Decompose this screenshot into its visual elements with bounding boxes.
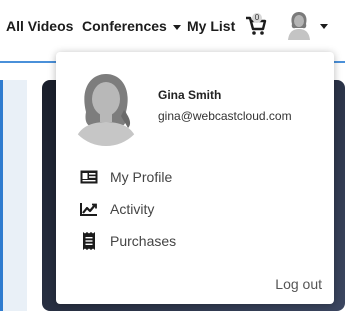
menu-item-label: Activity [110, 201, 155, 217]
nav-conferences-label: Conferences [82, 18, 167, 34]
user-dropdown-menu: Gina Smith gina@webcastcloud.com My Prof… [56, 52, 334, 304]
menu-item-label: My Profile [110, 169, 173, 185]
user-menu-chevron-icon[interactable] [320, 24, 328, 29]
user-name: Gina Smith [158, 88, 222, 102]
user-menu-avatar[interactable] [285, 10, 313, 40]
profile-avatar [66, 66, 146, 146]
top-nav: All Videos Conferences My List 0 [0, 0, 345, 52]
trend-chart-icon [80, 200, 98, 218]
chevron-down-icon [172, 24, 181, 30]
menu-item-label: Purchases [110, 233, 177, 249]
receipt-icon [80, 232, 98, 250]
user-email: gina@webcastcloud.com [158, 109, 292, 123]
background-card-left [0, 80, 27, 311]
id-card-icon [80, 168, 98, 186]
cart-button[interactable]: 0 [245, 13, 267, 36]
nav-my-list[interactable]: My List [187, 18, 235, 34]
menu-item-purchases[interactable]: Purchases [80, 230, 176, 252]
menu-item-my-profile[interactable]: My Profile [80, 166, 172, 188]
nav-conferences[interactable]: Conferences [82, 18, 181, 34]
menu-item-activity[interactable]: Activity [80, 198, 154, 220]
nav-all-videos[interactable]: All Videos [6, 18, 73, 34]
user-avatar-icon [288, 12, 310, 40]
cart-count-badge: 0 [252, 13, 262, 23]
profile-avatar-icon [66, 66, 146, 146]
logout-link[interactable]: Log out [275, 276, 322, 292]
